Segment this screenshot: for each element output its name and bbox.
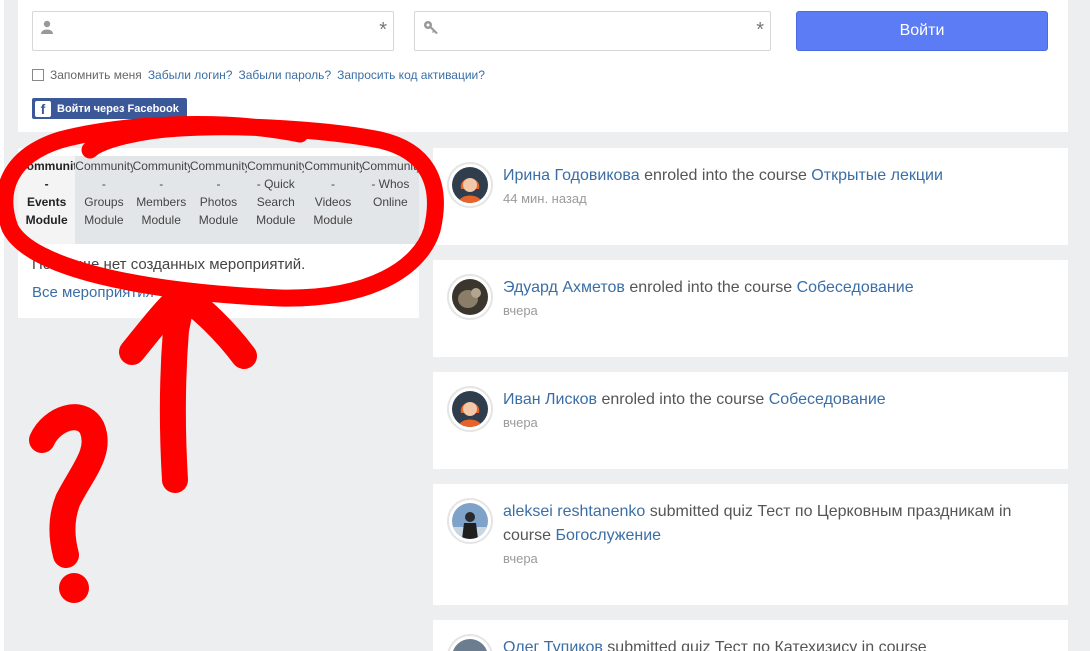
username-input[interactable] — [63, 14, 363, 48]
tab-label: Videos — [314, 195, 352, 209]
activity-time: 44 мин. назад — [503, 191, 587, 206]
tab-videos-module[interactable]: Community - Videos Module — [304, 156, 362, 244]
activity-action: enroled into the course — [597, 391, 769, 408]
tab-label: Community — [247, 159, 305, 173]
activity-action: enroled into the course — [639, 167, 812, 184]
module-tabs: Community - Events Module Community - Gr… — [18, 156, 419, 244]
tab-label: Module — [25, 213, 68, 227]
required-asterisk: * — [379, 19, 387, 41]
avatar[interactable] — [447, 634, 493, 651]
tab-label: Community — [75, 159, 133, 173]
tab-whos-online[interactable]: Community - Whos Online — [361, 156, 419, 244]
tab-label: Module — [198, 213, 239, 227]
tab-label: - — [44, 177, 49, 191]
user-icon — [41, 20, 53, 37]
course-link[interactable]: Открытые лекции — [811, 167, 943, 184]
tab-quick-search-module[interactable]: Community - Quick Search Module — [247, 156, 305, 244]
avatar[interactable] — [447, 386, 493, 432]
tab-events-module[interactable]: Community - Events Module — [18, 156, 76, 244]
facebook-login-button[interactable]: f Войти через Facebook — [32, 98, 187, 119]
activity-action: enroled into the course — [624, 279, 797, 296]
tab-label: Online — [372, 195, 408, 209]
tab-label: Community — [18, 159, 75, 173]
tab-groups-module[interactable]: Community - Groups Module — [75, 156, 133, 244]
tab-label: Search — [256, 195, 295, 209]
tab-label: - Whos — [371, 177, 410, 191]
login-panel: * * Войти Запомнить меня Забыли логин? З… — [18, 0, 1068, 132]
activity-item: Иван Лисков enroled into the course Собе… — [433, 372, 1068, 469]
avatar[interactable] — [447, 274, 493, 320]
tab-label: Module — [84, 213, 124, 227]
request-activation-link[interactable]: Запросить код активации? — [337, 68, 485, 82]
tab-label: - — [331, 177, 336, 191]
tab-label: Community — [304, 159, 362, 173]
tab-label: - — [159, 177, 164, 191]
activity-item: Олег Тупиков submitted quiz Тест по Кате… — [433, 620, 1068, 651]
password-field[interactable]: * — [414, 11, 771, 51]
tab-label: Community — [361, 159, 419, 173]
activity-text: Ирина Годовикова enroled into the course… — [503, 164, 1043, 188]
tab-label: Events — [26, 195, 67, 209]
remember-label: Запомнить меня — [50, 68, 142, 82]
activity-text: Эдуард Ахметов enroled into the course С… — [503, 276, 1043, 300]
tab-label: Module — [141, 213, 181, 227]
user-link[interactable]: Ирина Годовикова — [503, 167, 640, 184]
password-input[interactable] — [445, 14, 740, 48]
course-link[interactable]: Богослужение — [555, 527, 661, 544]
tab-photos-module[interactable]: Community - Photos Module — [189, 156, 248, 244]
avatar[interactable] — [447, 162, 493, 208]
remember-row: Запомнить меня Забыли логин? Забыли паро… — [32, 68, 485, 82]
all-events-link[interactable]: Все мероприятия — [32, 284, 154, 301]
tab-label: Community — [189, 159, 248, 173]
course-link[interactable]: Собеседование — [797, 279, 914, 296]
remember-checkbox[interactable] — [32, 69, 44, 81]
activity-action: submitted quiz Тест по Катехизису in cou… — [602, 639, 927, 651]
user-link[interactable]: aleksei reshtanenko — [503, 503, 645, 520]
tab-label: - — [216, 177, 221, 191]
activity-item: Ирина Годовикова enroled into the course… — [433, 148, 1068, 245]
tab-label: - — [101, 177, 106, 191]
user-link[interactable]: Эдуард Ахметов — [503, 279, 625, 296]
activity-item: Эдуард Ахметов enroled into the course С… — [433, 260, 1068, 357]
forgot-login-link[interactable]: Забыли логин? — [148, 68, 233, 82]
course-link[interactable]: Собеседование — [769, 391, 886, 408]
tab-label: Community — [132, 159, 190, 173]
user-link[interactable]: Иван Лисков — [503, 391, 597, 408]
forgot-password-link[interactable]: Забыли пароль? — [238, 68, 331, 82]
key-icon — [423, 20, 439, 37]
activity-text: aleksei reshtanenko submitted quiz Тест … — [503, 500, 1043, 548]
activity-item: aleksei reshtanenko submitted quiz Тест … — [433, 484, 1068, 605]
tab-members-module[interactable]: Community - Members Module — [132, 156, 190, 244]
facebook-login-label: Войти через Facebook — [57, 102, 179, 115]
tab-label: Members — [136, 195, 187, 209]
community-module: Community - Events Module Community - Gr… — [18, 148, 419, 318]
activity-text: Иван Лисков enroled into the course Собе… — [503, 388, 1043, 412]
activity-time: вчера — [503, 415, 538, 430]
tab-label: Module — [256, 213, 296, 227]
login-button[interactable]: Войти — [796, 11, 1048, 51]
tab-label: Module — [313, 213, 353, 227]
empty-events-message: Пока еще нет созданных мероприятий. — [32, 256, 306, 273]
tab-label: Groups — [84, 195, 124, 209]
username-field[interactable]: * — [32, 11, 394, 51]
facebook-icon: f — [35, 100, 51, 117]
activity-time: вчера — [503, 551, 538, 566]
activity-text: Олег Тупиков submitted quiz Тест по Кате… — [503, 636, 1043, 651]
tab-label: Photos — [199, 195, 238, 209]
tab-label: - Quick — [256, 177, 295, 191]
avatar[interactable] — [447, 498, 493, 544]
user-link[interactable]: Олег Тупиков — [503, 639, 603, 651]
required-asterisk: * — [756, 19, 764, 41]
activity-time: вчера — [503, 303, 538, 318]
